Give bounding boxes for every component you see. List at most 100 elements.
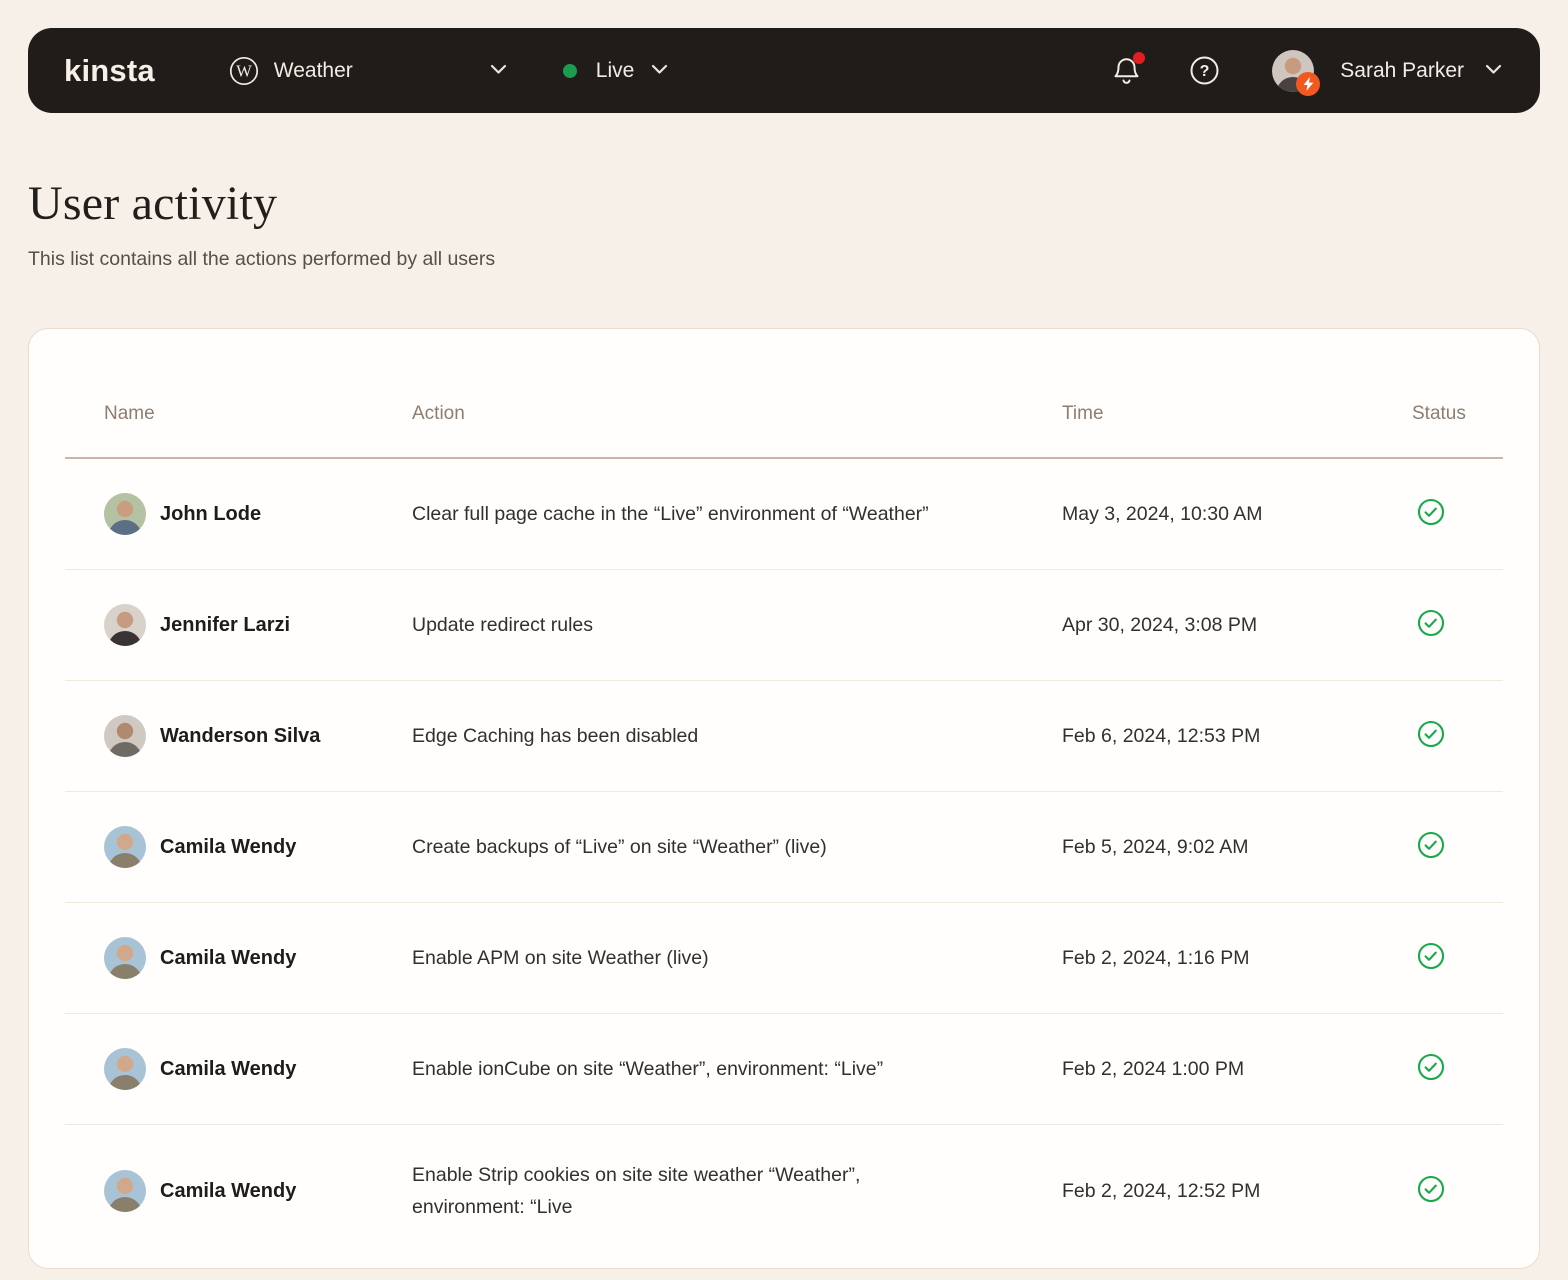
name-cell: Camila Wendy <box>104 826 412 868</box>
user-name: Wanderson Silva <box>160 724 321 747</box>
top-navigation-bar: kinsta W Weather Live ? Sarah Parker <box>28 28 1540 113</box>
topbar-right-actions: ? Sarah Parker <box>1113 49 1502 96</box>
user-name: Jennifer Larzi <box>160 613 291 636</box>
column-header-status: Status <box>1412 403 1466 424</box>
svg-text:W: W <box>236 61 252 80</box>
status-success-icon <box>1417 609 1445 637</box>
time-cell: Feb 5, 2024, 9:02 AM <box>1062 836 1398 859</box>
status-cell <box>1398 1053 1503 1086</box>
status-success-icon <box>1417 720 1445 748</box>
action-text: Create backups of “Live” on site “Weathe… <box>412 836 827 858</box>
live-status-dot-icon <box>562 63 577 78</box>
lightning-badge-icon <box>1296 71 1321 96</box>
help-button[interactable]: ? <box>1189 55 1220 86</box>
status-cell <box>1398 831 1503 864</box>
site-selector-dropdown[interactable]: W Weather <box>229 56 507 86</box>
question-mark-icon: ? <box>1189 55 1220 86</box>
action-cell: Enable APM on site Weather (live) <box>412 942 1062 974</box>
time-text: Feb 5, 2024, 9:02 AM <box>1062 835 1249 858</box>
table-row: Camila Wendy Enable APM on site Weather … <box>65 902 1503 1013</box>
time-cell: Apr 30, 2024, 3:08 PM <box>1062 614 1398 637</box>
action-text: Clear full page cache in the “Live” envi… <box>412 503 929 525</box>
status-success-icon <box>1417 1053 1445 1081</box>
table-row: Wanderson Silva Edge Caching has been di… <box>65 680 1503 791</box>
action-cell: Edge Caching has been disabled <box>412 720 1062 752</box>
table-row: John Lode Clear full page cache in the “… <box>65 459 1503 569</box>
chevron-down-icon <box>651 62 668 80</box>
status-cell <box>1398 609 1503 642</box>
column-header-action: Action <box>412 403 465 424</box>
chevron-down-icon <box>490 62 507 80</box>
status-cell <box>1398 1175 1503 1208</box>
kinsta-logo[interactable]: kinsta <box>64 53 155 89</box>
user-avatar <box>104 604 146 646</box>
name-cell: John Lode <box>104 493 412 535</box>
status-success-icon <box>1417 498 1445 526</box>
action-text: Edge Caching has been disabled <box>412 725 699 747</box>
user-name: Camila Wendy <box>160 1057 297 1080</box>
user-name: Camila Wendy <box>160 946 297 969</box>
time-text: Feb 2, 2024, 12:52 PM <box>1062 1179 1261 1202</box>
status-cell <box>1398 942 1503 975</box>
page-subtitle: This list contains all the actions perfo… <box>28 248 496 270</box>
name-cell: Wanderson Silva <box>104 715 412 757</box>
table-row: Camila Wendy Create backups of “Live” on… <box>65 791 1503 902</box>
environment-label: Live <box>595 58 635 82</box>
action-text: Enable Strip cookies on site site weathe… <box>412 1164 861 1218</box>
table-row: Camila Wendy Enable Strip cookies on sit… <box>65 1124 1503 1257</box>
action-text: Enable APM on site Weather (live) <box>412 947 709 969</box>
user-name-label: Sarah Parker <box>1340 58 1464 82</box>
time-cell: Feb 2, 2024, 1:16 PM <box>1062 947 1398 970</box>
column-header-time: Time <box>1062 403 1104 424</box>
notification-unread-badge <box>1133 52 1146 64</box>
name-cell: Camila Wendy <box>104 1048 412 1090</box>
user-name: Camila Wendy <box>160 835 297 858</box>
action-cell: Enable Strip cookies on site site weathe… <box>412 1159 1062 1223</box>
main-content: User activity This list contains all the… <box>0 176 1568 1269</box>
avatar <box>1272 49 1321 96</box>
page-title: User activity <box>28 177 278 230</box>
site-selector-label: Weather <box>273 58 353 82</box>
chevron-down-icon <box>1485 62 1502 80</box>
user-avatar <box>104 826 146 868</box>
name-cell: Jennifer Larzi <box>104 604 412 646</box>
action-cell: Enable ionCube on site “Weather”, enviro… <box>412 1053 1062 1085</box>
user-avatar <box>104 493 146 535</box>
user-avatar <box>104 1048 146 1090</box>
name-cell: Camila Wendy <box>104 1170 412 1212</box>
wordpress-icon: W <box>229 56 259 86</box>
action-cell: Update redirect rules <box>412 609 1062 641</box>
time-text: Feb 2, 2024 1:00 PM <box>1062 1057 1245 1080</box>
environment-selector-dropdown[interactable]: Live <box>562 58 669 83</box>
user-avatar <box>104 1170 146 1212</box>
user-name: Camila Wendy <box>160 1179 297 1202</box>
table-row: Jennifer Larzi Update redirect rules Apr… <box>65 569 1503 680</box>
action-cell: Create backups of “Live” on site “Weathe… <box>412 831 1062 863</box>
time-text: Apr 30, 2024, 3:08 PM <box>1062 613 1258 636</box>
user-name: John Lode <box>160 502 262 525</box>
name-cell: Camila Wendy <box>104 937 412 979</box>
table-body: John Lode Clear full page cache in the “… <box>65 459 1503 1257</box>
action-text: Update redirect rules <box>412 614 594 636</box>
time-cell: Feb 6, 2024, 12:53 PM <box>1062 725 1398 748</box>
status-cell <box>1398 498 1503 531</box>
action-text: Enable ionCube on site “Weather”, enviro… <box>412 1058 884 1080</box>
user-activity-card: Name Action Time Status John Lode Clear … <box>28 328 1540 1269</box>
action-cell: Clear full page cache in the “Live” envi… <box>412 498 1062 530</box>
status-success-icon <box>1417 942 1445 970</box>
table-header-row: Name Action Time Status <box>65 329 1503 459</box>
notifications-button[interactable] <box>1113 52 1146 85</box>
time-cell: Feb 2, 2024, 12:52 PM <box>1062 1180 1398 1203</box>
time-cell: Feb 2, 2024 1:00 PM <box>1062 1058 1398 1081</box>
time-cell: May 3, 2024, 10:30 AM <box>1062 503 1398 526</box>
status-success-icon <box>1417 831 1445 859</box>
user-account-menu[interactable]: Sarah Parker <box>1272 49 1502 96</box>
time-text: Feb 2, 2024, 1:16 PM <box>1062 946 1250 969</box>
status-success-icon <box>1417 1175 1445 1203</box>
table-row: Camila Wendy Enable ionCube on site “Wea… <box>65 1013 1503 1124</box>
status-cell <box>1398 720 1503 753</box>
user-avatar <box>104 937 146 979</box>
time-text: Feb 6, 2024, 12:53 PM <box>1062 724 1261 747</box>
time-text: May 3, 2024, 10:30 AM <box>1062 502 1263 525</box>
column-header-name: Name <box>104 403 155 424</box>
